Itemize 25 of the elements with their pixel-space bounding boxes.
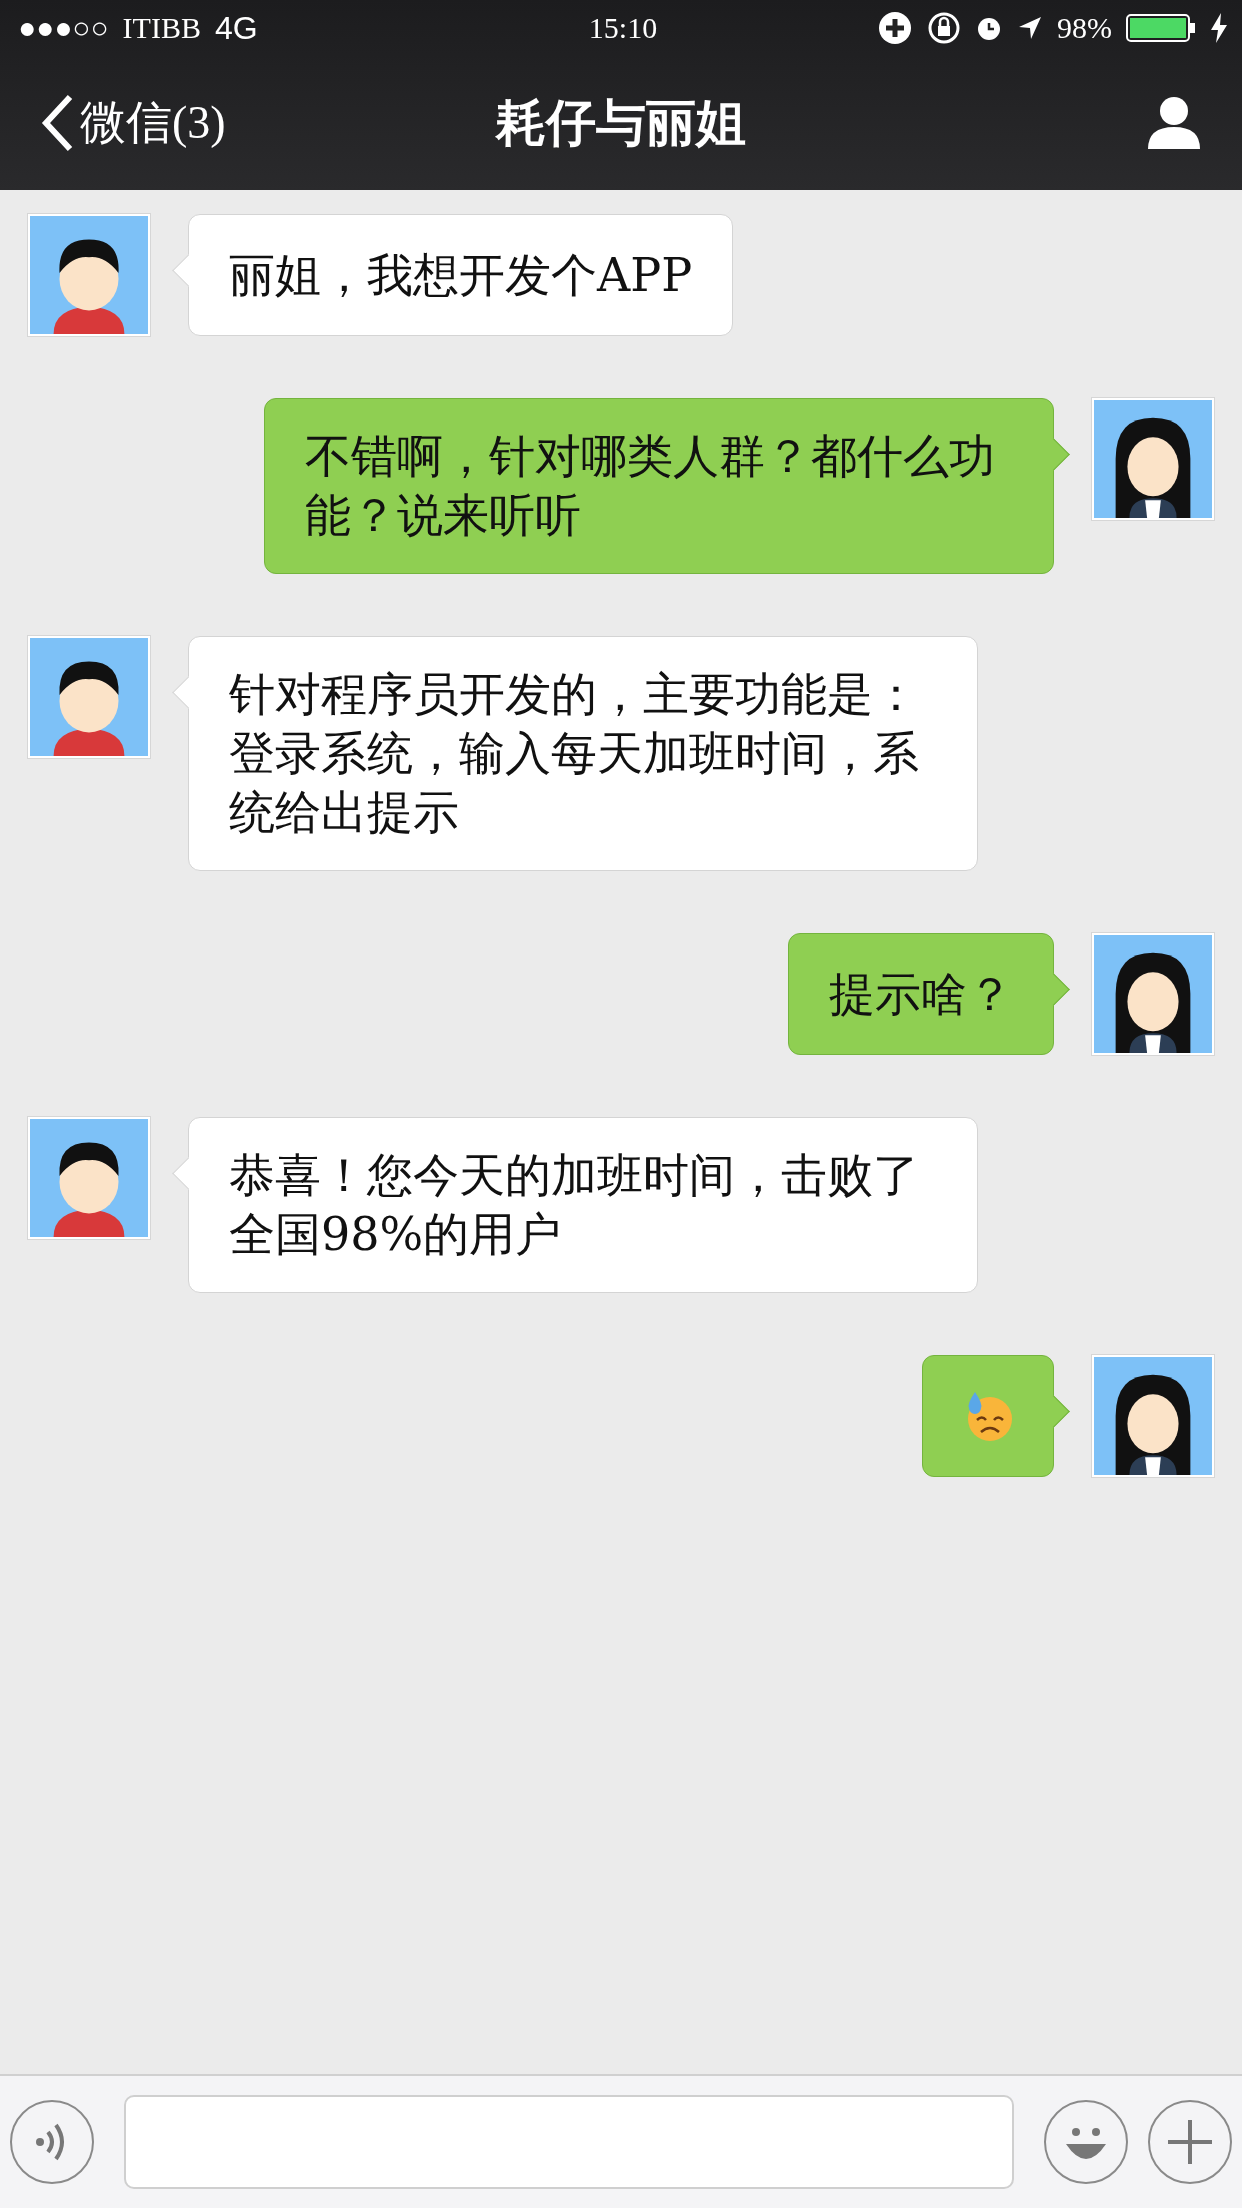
add-button[interactable] [1148, 2100, 1232, 2184]
voice-button[interactable] [10, 2100, 94, 2184]
plus-circle-icon [877, 10, 913, 46]
avatar[interactable] [1092, 1355, 1214, 1477]
avatar[interactable] [1092, 398, 1214, 520]
back-button[interactable]: 微信(3) [40, 92, 226, 154]
charging-bolt-icon [1210, 13, 1228, 43]
plus-icon [1165, 2117, 1215, 2167]
location-arrow-icon [1017, 15, 1043, 41]
network-type: 4G [214, 9, 258, 47]
message-input-field[interactable] [124, 2095, 1014, 2189]
signal-strength: ●●●○○ [18, 11, 109, 45]
carrier-name: ITIBB [122, 11, 201, 45]
avatar[interactable] [28, 1117, 150, 1239]
avatar[interactable] [1092, 933, 1214, 1055]
battery-percentage: 98% [1057, 11, 1112, 45]
chat-title: 耗仔与丽姐 [496, 91, 746, 154]
back-chevron-icon [40, 93, 74, 153]
rotation-lock-icon [927, 11, 961, 45]
avatar[interactable] [28, 214, 150, 336]
status-time: 15:10 [588, 11, 658, 45]
person-icon[interactable] [1146, 95, 1202, 151]
emoji-button[interactable] [1044, 2100, 1128, 2184]
avatar[interactable] [28, 636, 150, 758]
battery-icon [1126, 13, 1196, 43]
